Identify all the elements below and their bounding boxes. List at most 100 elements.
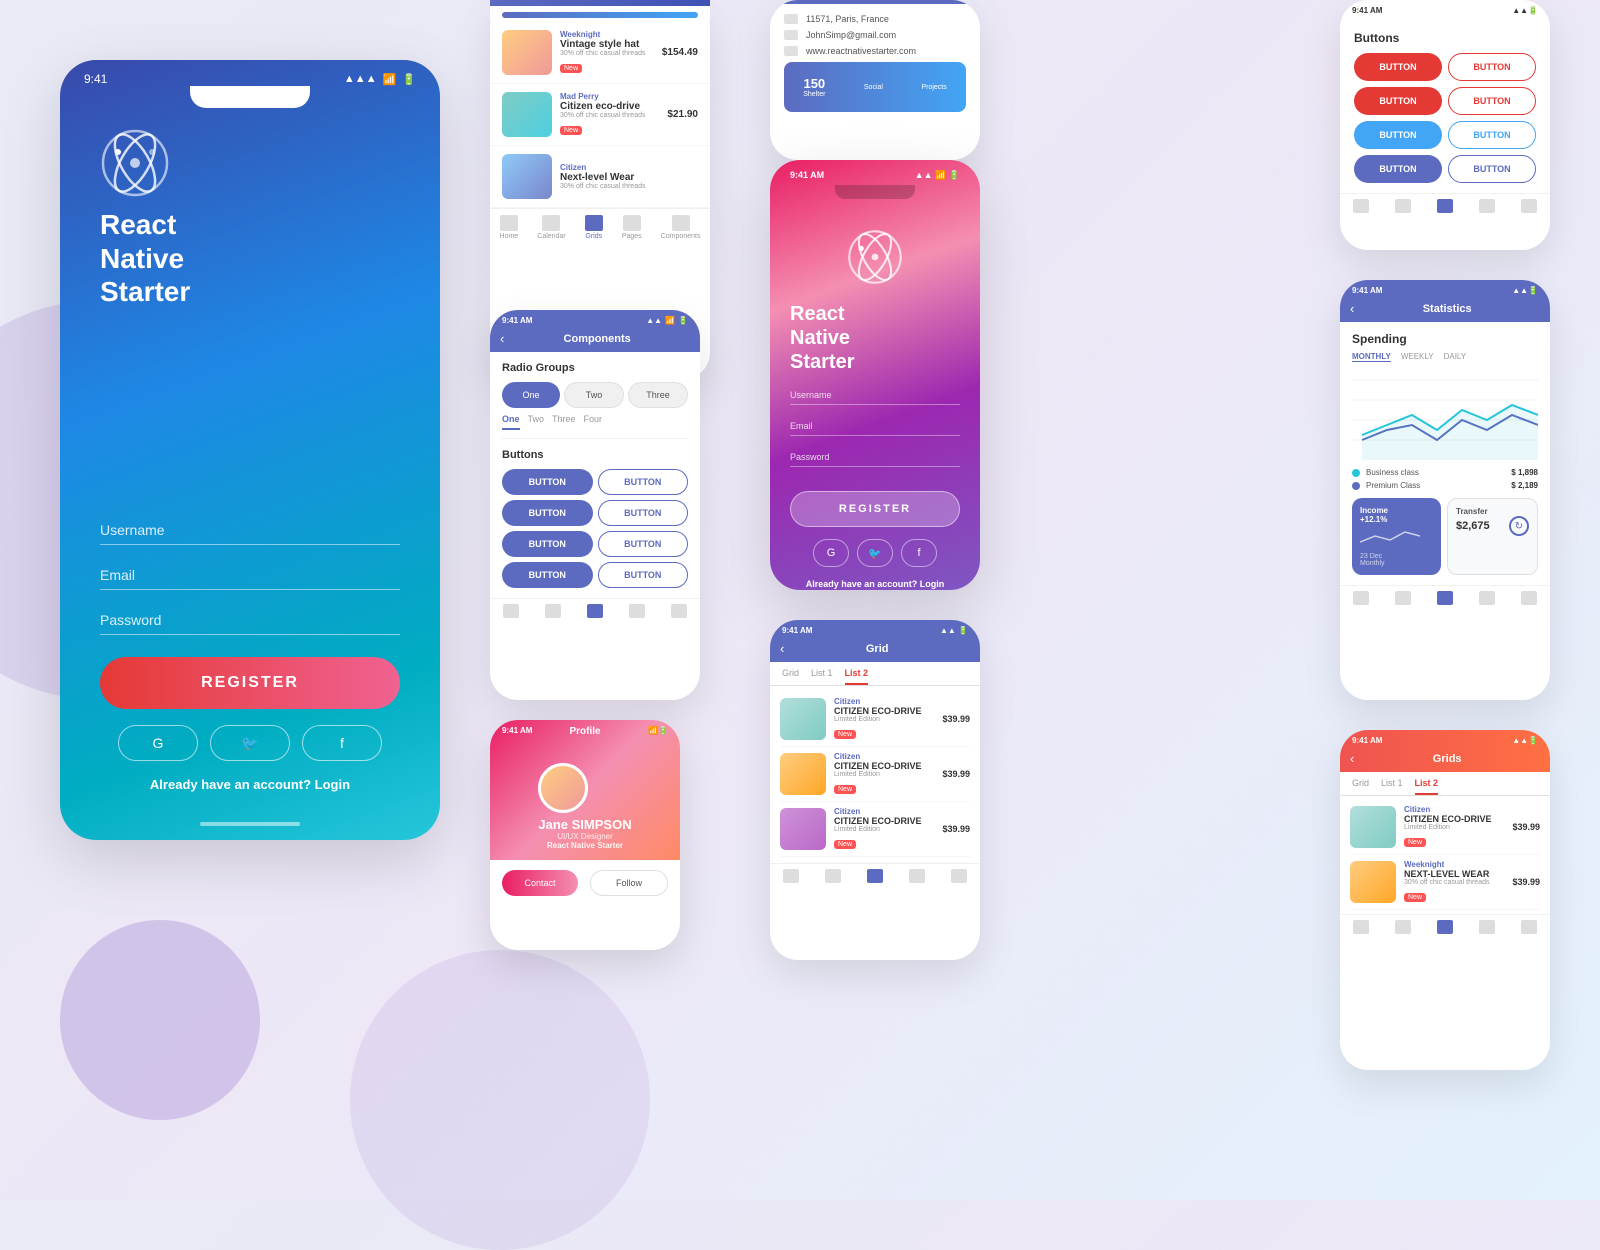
btn-red-filled[interactable]: BUTTON	[1354, 53, 1442, 81]
grids-status-icons: ▲▲🔋	[1512, 736, 1538, 745]
btn-red-outline-2[interactable]: BUTTON	[1448, 87, 1536, 115]
contact-button[interactable]: Contact	[502, 870, 578, 896]
grid-tab-list2[interactable]: List 2	[845, 668, 869, 685]
grids-tab-list2[interactable]: List 2	[1415, 778, 1439, 795]
btn-blue-outline[interactable]: BUTTON	[1448, 121, 1536, 149]
grid-item-brand: Citizen	[834, 752, 934, 761]
grid-item: Citizen CITIZEN ECO-DRIVE Limited Editio…	[780, 747, 970, 802]
nav-icon[interactable]	[1353, 591, 1369, 605]
login-link[interactable]: Login	[315, 777, 350, 792]
nav-icon[interactable]	[951, 869, 967, 883]
nav-icon[interactable]	[1353, 199, 1369, 213]
radio-three[interactable]: Three	[628, 382, 688, 408]
nav-icon[interactable]	[1437, 199, 1453, 213]
follow-button[interactable]: Follow	[590, 870, 668, 896]
nav-icon[interactable]	[671, 604, 687, 618]
btn-6[interactable]: BUTTON	[598, 531, 689, 557]
btn-3[interactable]: BUTTON	[502, 500, 593, 526]
grid-tab-grid[interactable]: Grid	[782, 668, 799, 685]
nav-icon[interactable]	[1353, 920, 1369, 934]
facebook-button[interactable]: f	[302, 725, 382, 761]
buttons-title: Buttons	[1340, 19, 1550, 53]
nav-icon[interactable]	[1521, 199, 1537, 213]
email-field[interactable]: Email	[100, 567, 400, 590]
register-button[interactable]: REGISTER	[100, 657, 400, 709]
grids-status-bar: 9:41 AM ▲▲🔋	[1340, 730, 1550, 749]
btn-8[interactable]: BUTTON	[598, 562, 689, 588]
username-field[interactable]: Username	[100, 522, 400, 545]
grid-item-price: $39.99	[942, 714, 970, 724]
nav-icon[interactable]	[1395, 591, 1411, 605]
reg-google-button[interactable]: G	[813, 539, 849, 567]
stats-phone: 9:41 AM ▲▲🔋 ‹ Statistics Spending MONTHL…	[1340, 280, 1550, 700]
signal-icon: ▲▲▲	[344, 73, 377, 85]
btn-red-filled-2[interactable]: BUTTON	[1354, 87, 1442, 115]
reg-username-field[interactable]: Username	[790, 390, 960, 405]
followers-label: Shelter	[803, 91, 825, 98]
radio-two[interactable]: Two	[564, 382, 624, 408]
nav-grid[interactable]: Grids	[585, 215, 603, 240]
reg-email-field[interactable]: Email	[790, 421, 960, 436]
period-daily[interactable]: DAILY	[1444, 352, 1467, 362]
profile-title-bar: Profile	[569, 726, 600, 737]
btn-1[interactable]: BUTTON	[502, 469, 593, 495]
btn-indigo-outline[interactable]: BUTTON	[1448, 155, 1536, 183]
nav-icon[interactable]	[783, 869, 799, 883]
grid-status-icons: ▲▲ 🔋	[940, 626, 968, 635]
google-button[interactable]: G	[118, 725, 198, 761]
nav-icon[interactable]	[503, 604, 519, 618]
nav-icon[interactable]	[1521, 920, 1537, 934]
grids-tab-grid[interactable]: Grid	[1352, 778, 1369, 795]
grid-tab-list1[interactable]: List 1	[811, 668, 833, 685]
wifi-icon: 📶	[665, 316, 675, 325]
nav-icon[interactable]	[629, 604, 645, 618]
reg-facebook-button[interactable]: f	[901, 539, 937, 567]
nav-home[interactable]: Home	[500, 215, 519, 240]
nav-pages[interactable]: Pages	[622, 215, 642, 240]
nav-icon[interactable]	[1437, 920, 1453, 934]
btn-indigo-filled[interactable]: BUTTON	[1354, 155, 1442, 183]
nav-calendar[interactable]: Calendar	[537, 215, 565, 240]
shop-name: Vintage style hat	[560, 39, 654, 50]
radio-tab-three[interactable]: Three	[552, 414, 576, 430]
reg-login-link[interactable]: Login	[920, 579, 945, 589]
radio-tab-one[interactable]: One	[502, 414, 520, 430]
btn-red-outline[interactable]: BUTTON	[1448, 53, 1536, 81]
period-monthly[interactable]: MONTHLY	[1352, 352, 1391, 362]
password-field[interactable]: Password	[100, 612, 400, 635]
nav-icon[interactable]	[909, 869, 925, 883]
period-weekly[interactable]: WEEKLY	[1401, 352, 1434, 362]
radio-one[interactable]: One	[502, 382, 560, 408]
nav-components[interactable]: Components	[661, 215, 701, 240]
reg-twitter-button[interactable]: 🐦	[857, 539, 893, 567]
main-phone: 9:41 ▲▲▲ 📶 🔋 React Native S	[60, 60, 440, 840]
radio-tab-two[interactable]: Two	[528, 414, 545, 430]
social-info-phone: 11571, Paris, France JohnSimp@gmail.com …	[770, 0, 980, 160]
twitter-button[interactable]: 🐦	[210, 725, 290, 761]
radio-tab-four[interactable]: Four	[584, 414, 603, 430]
grids-tab-list1[interactable]: List 1	[1381, 778, 1403, 795]
btn-blue-filled[interactable]: BUTTON	[1354, 121, 1442, 149]
nav-icon[interactable]	[587, 604, 603, 618]
btn-2[interactable]: BUTTON	[598, 469, 689, 495]
nav-icon[interactable]	[1479, 591, 1495, 605]
nav-icon[interactable]	[1437, 591, 1453, 605]
shop-item-image	[502, 154, 552, 199]
nav-icon[interactable]	[1395, 199, 1411, 213]
nav-icon[interactable]	[545, 604, 561, 618]
nav-icon[interactable]	[825, 869, 841, 883]
reg-username-label: Username	[790, 390, 960, 400]
grids-item-sub: Limited Edition	[1404, 824, 1504, 831]
btn-7[interactable]: BUTTON	[502, 562, 593, 588]
nav-icon[interactable]	[1521, 591, 1537, 605]
reg-password-label: Password	[790, 452, 960, 462]
nav-icon[interactable]	[867, 869, 883, 883]
reg-register-button[interactable]: REGISTER	[790, 491, 960, 527]
nav-icon[interactable]	[1479, 199, 1495, 213]
nav-icon[interactable]	[1479, 920, 1495, 934]
btn-5[interactable]: BUTTON	[502, 531, 593, 557]
nav-icon[interactable]	[1395, 920, 1411, 934]
reg-password-field[interactable]: Password	[790, 452, 960, 467]
btn-4[interactable]: BUTTON	[598, 500, 689, 526]
social-buttons: G 🐦 f	[100, 725, 400, 761]
